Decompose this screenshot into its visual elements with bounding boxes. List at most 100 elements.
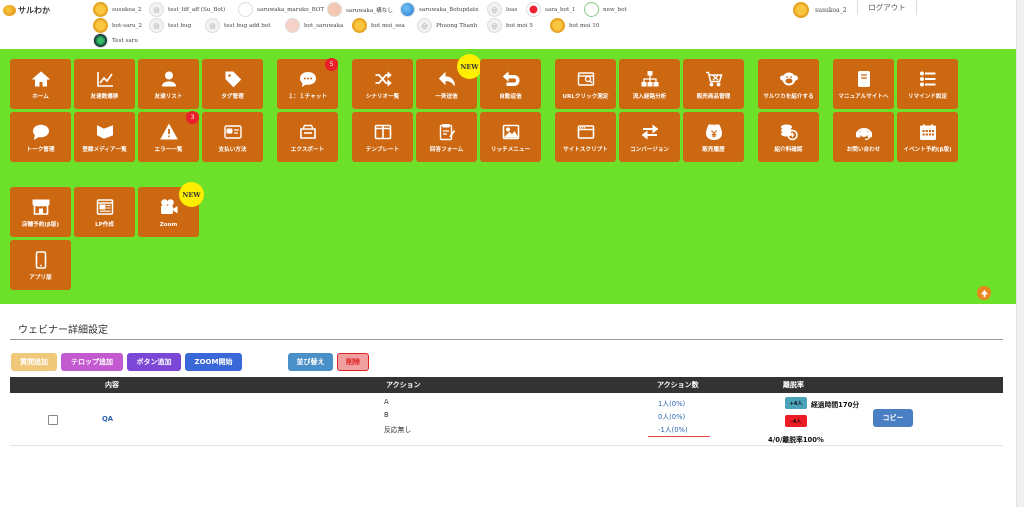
add-telop-button[interactable]: テロップ追加 (61, 353, 123, 371)
menu-tile-coins[interactable]: 紹介料確認 (758, 112, 819, 162)
menu-tile-label: マニュアルサイトへ (838, 94, 889, 100)
menu-tile-book[interactable]: マニュアルサイトへ (833, 59, 894, 109)
account-item[interactable]: bot-saru_2 (93, 18, 142, 33)
menu-tile-url-click[interactable]: URLクリック測定 (555, 59, 616, 109)
header-action-count: アクション数 (657, 381, 699, 389)
account-item[interactable]: bot moi_sea (352, 18, 405, 33)
account-name: new_bot (603, 6, 627, 13)
account-name: saruwaka_maruko_BOT (257, 6, 325, 13)
menu-tile-store[interactable]: 店舗予約(β版) (10, 187, 71, 237)
menu-tile-calendar[interactable]: イベント予約(β版) (897, 112, 958, 162)
menu-tile-label: サルワカを紹介する (763, 94, 814, 100)
menu-tile-lp[interactable]: LP作成 (74, 187, 135, 237)
account-name: bot moi 5 (506, 22, 533, 29)
account-item[interactable]: susukoa_2 (93, 2, 141, 17)
copy-button[interactable]: コピー (873, 409, 913, 427)
menu-tile-tag[interactable]: タグ管理 (202, 59, 263, 109)
account-item[interactable]: sara_bot_1 (526, 2, 576, 17)
account-item[interactable]: saruwaka_Botupdate (400, 2, 479, 17)
menu-tile-media[interactable]: 登録メディア一覧 (74, 112, 135, 162)
account-item[interactable]: ◎ bot moi 5 (487, 18, 533, 33)
image-icon (502, 124, 519, 140)
menu-tile-cart[interactable]: 販売商品管理 (683, 59, 744, 109)
menu-tile-sitemap[interactable]: 流入経路分析 (619, 59, 680, 109)
account-item[interactable]: ◎ test bug add bot (205, 18, 270, 33)
menu-tile-form[interactable]: 回答フォーム (416, 112, 477, 162)
account-name: test bug add bot (224, 22, 271, 29)
delete-button[interactable]: 削除 (337, 353, 369, 371)
account-item[interactable]: ◎ Phuong Thanh (417, 18, 477, 33)
page-title: ウェビナー詳細設定 (18, 325, 108, 336)
account-item[interactable]: ◎ loas (487, 2, 517, 17)
account-item[interactable]: new_bot (584, 2, 627, 17)
account-item[interactable]: ◎ test_liff_aff (Su_Bot) (149, 2, 225, 17)
account-name: saruwaka_構なし (346, 7, 393, 14)
menu-tile-card[interactable]: 支払い方法 (202, 112, 263, 162)
account-item[interactable]: bot moi 10 (550, 18, 599, 33)
menu-tile-mobile[interactable]: アプリ版 (10, 240, 71, 290)
menu-tile-chart[interactable]: 友達数遷移 (74, 59, 135, 109)
menu-tile-exchange[interactable]: コンバージョン (619, 112, 680, 162)
menu-tile-export[interactable]: エクスポート (277, 112, 338, 162)
camera-avatar: ◎ (487, 2, 502, 17)
ring-avatar (584, 2, 599, 17)
mobile-icon (35, 251, 46, 269)
page-scrollbar[interactable] (1016, 0, 1024, 507)
camera-avatar: ◎ (417, 18, 432, 33)
menu-tile-yen[interactable]: 販売履歴 (683, 112, 744, 162)
add-question-button[interactable]: 質問追加 (11, 353, 57, 371)
count-b[interactable]: 0人(0%) (658, 411, 685, 421)
account-name: bot moi_sea (371, 22, 405, 29)
warning-icon (159, 123, 178, 140)
logout-button[interactable]: ログアウト (857, 0, 917, 15)
menu-tile-support[interactable]: お問い合わせ (833, 112, 894, 162)
menu-tile-label: 販売商品管理 (696, 94, 731, 100)
plus-tag: +4人 (785, 397, 807, 409)
sun-avatar (550, 18, 565, 33)
account-item[interactable]: Test saru (93, 33, 138, 48)
menu-tile-monkey[interactable]: サルワカを紹介する (758, 59, 819, 109)
logo[interactable]: サルわか (3, 5, 50, 16)
add-button-button[interactable]: ボタン追加 (127, 353, 181, 371)
logo-text: サルわか (18, 5, 50, 15)
chart-icon (96, 72, 113, 87)
account-item[interactable]: ◎ test bug (149, 18, 191, 33)
menu-tile-columns[interactable]: テンプレート (352, 112, 413, 162)
title-divider (10, 339, 1003, 340)
sort-button[interactable]: 並び替え (288, 353, 333, 371)
globe-avatar (400, 2, 415, 17)
menu-tile-label: コンバージョン (629, 147, 670, 153)
account-name: bot-saru_2 (112, 22, 142, 29)
account-item[interactable]: saruwaka_maruko_BOT (238, 2, 324, 17)
reply-icon (438, 71, 455, 86)
camera-avatar: ◎ (149, 2, 164, 17)
count-none[interactable]: -1人(0%) (658, 424, 688, 434)
sun-avatar (93, 18, 108, 33)
row-content-link[interactable]: QA (102, 415, 113, 423)
coins-icon (780, 124, 798, 141)
count-a[interactable]: 1人(0%) (658, 398, 685, 408)
menu-tile-home[interactable]: ホーム (10, 59, 71, 109)
menu-tile-label: シナリオ一覧 (365, 94, 400, 100)
menu-tile-image[interactable]: リッチメニュー (480, 112, 541, 162)
app-root: サルわか susukoa_2 ◎ test_liff_aff (Su_Bot) sar… (0, 0, 1024, 507)
return-icon (502, 71, 520, 86)
menu-tile-label: LP作成 (95, 222, 114, 228)
menu-tile-script[interactable]: サイトスクリプト (555, 112, 616, 162)
lp-icon (96, 199, 113, 215)
account-name: sara_bot_1 (545, 6, 576, 13)
menu-tile-shuffle[interactable]: シナリオ一覧 (352, 59, 413, 109)
menu-tile-user[interactable]: 友達リスト (138, 59, 199, 109)
zoom-start-button[interactable]: ZOOM開始 (185, 353, 242, 371)
account-item[interactable]: bot_saruwaka (285, 18, 343, 33)
menu-tile-list[interactable]: リマインド設定 (897, 59, 958, 109)
menu-tile-return[interactable]: 自動返信 (480, 59, 541, 109)
scroll-top-button[interactable] (977, 286, 991, 300)
menu-tile-talk[interactable]: トーク管理 (10, 112, 71, 162)
current-user[interactable]: susukoa_2 (793, 2, 847, 18)
menu-tile-label: 支払い方法 (218, 147, 247, 153)
talk-icon (32, 124, 49, 141)
row-checkbox[interactable] (48, 415, 58, 425)
account-name: susukoa_2 (112, 6, 142, 13)
account-item[interactable]: saruwaka_構なし (327, 2, 393, 17)
